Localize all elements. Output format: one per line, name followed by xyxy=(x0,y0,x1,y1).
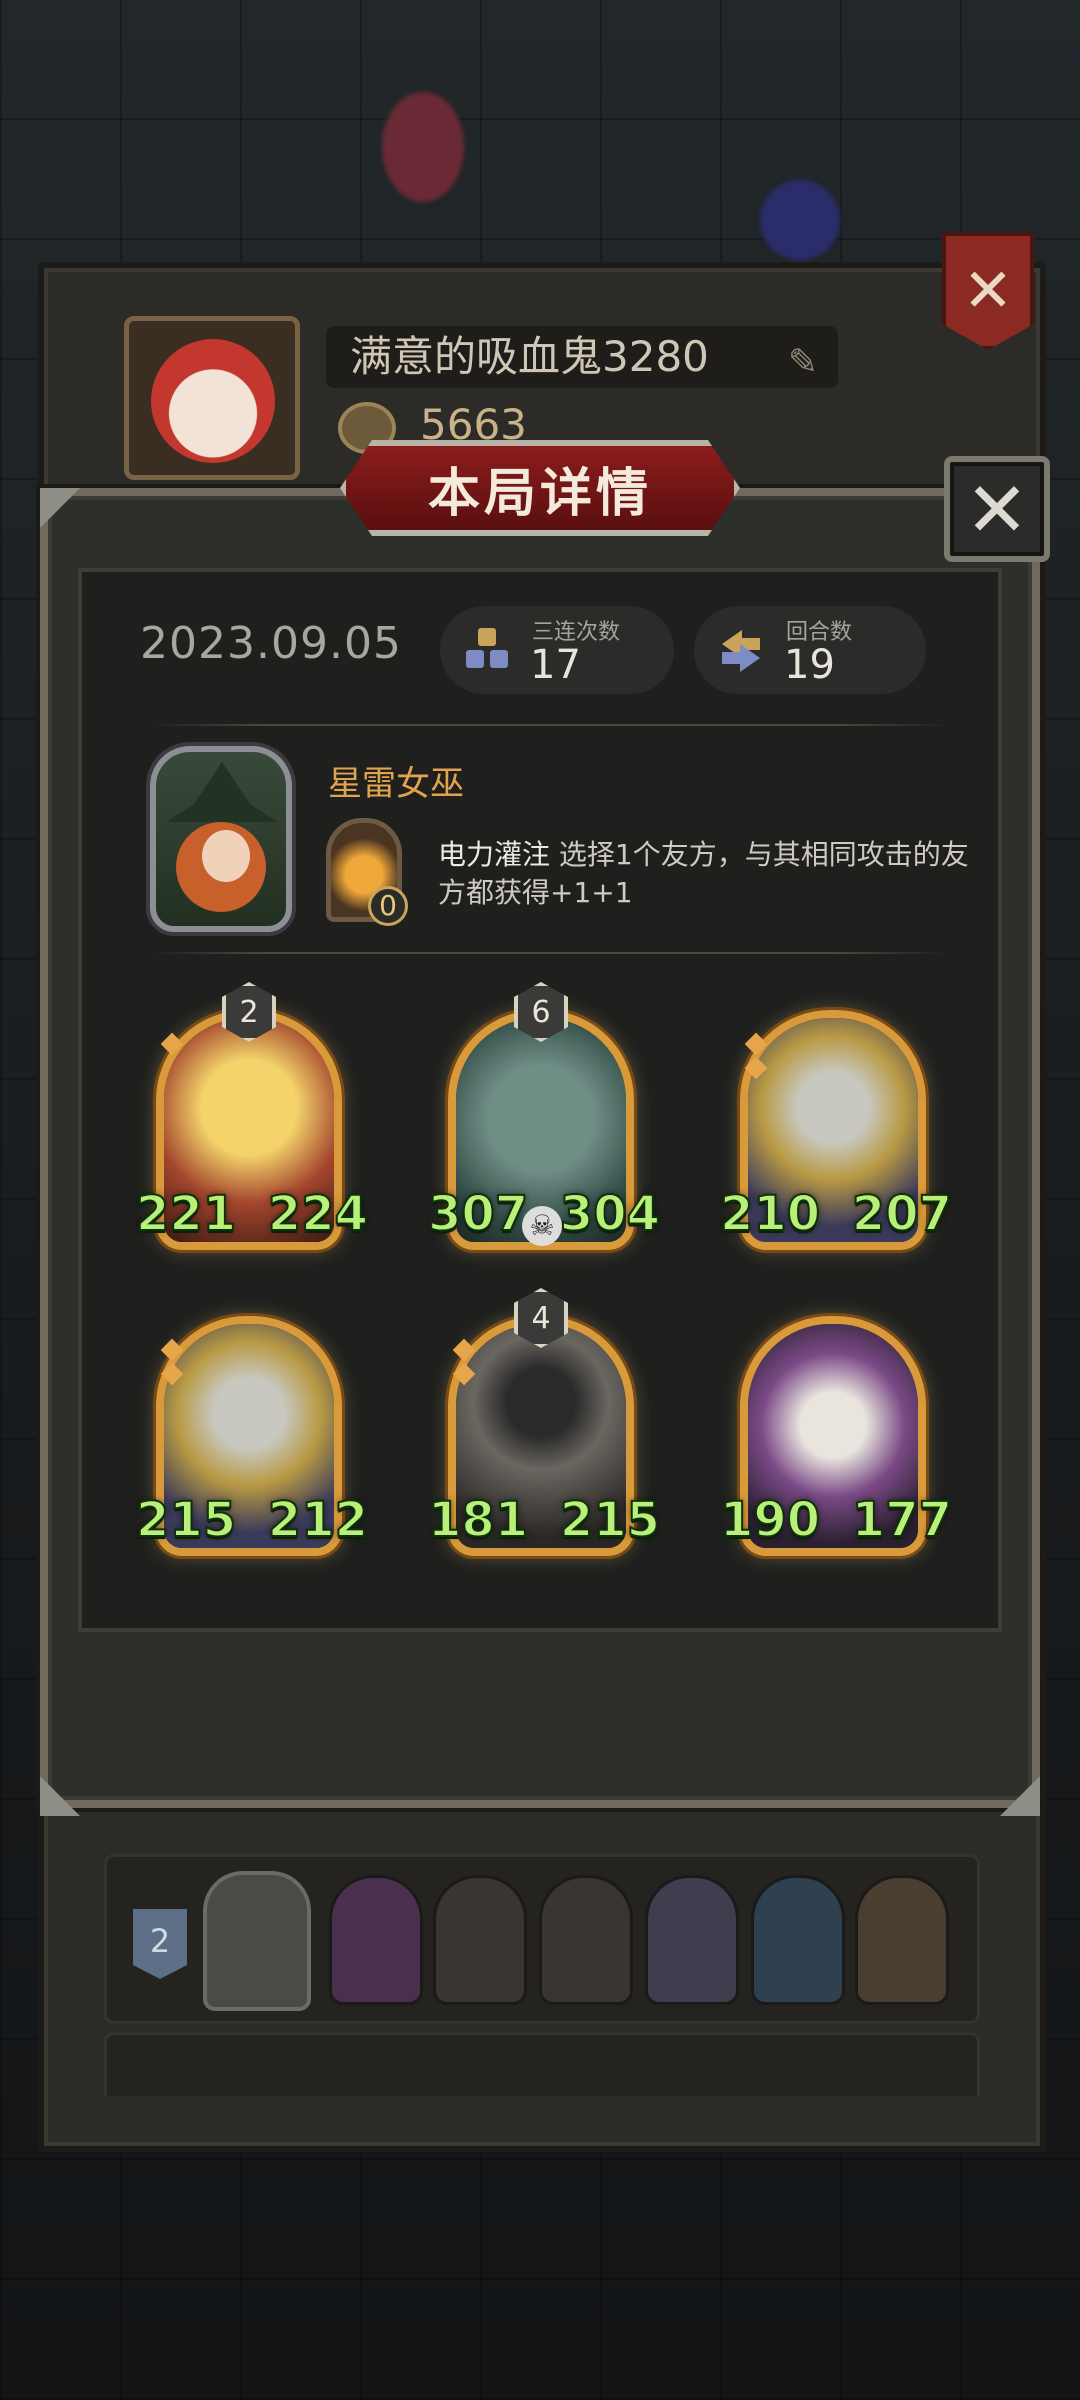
attack-value: 190 xyxy=(719,1491,821,1549)
history-hero-portrait xyxy=(203,1871,311,2011)
hero-portrait[interactable] xyxy=(150,746,292,932)
dialog-title: 本局详情 xyxy=(340,440,740,536)
hero-face xyxy=(202,830,250,882)
pencil-icon[interactable]: ✎ xyxy=(788,332,818,394)
health-value: 207 xyxy=(851,1185,953,1243)
hero-hat xyxy=(166,762,278,822)
unit-card[interactable]: 6 307 304 ☠ xyxy=(427,982,661,1250)
match-date: 2023.09.05 xyxy=(140,618,402,669)
close-icon: ✕ xyxy=(965,464,1029,554)
round-cycle-icon xyxy=(722,630,760,672)
history-unit xyxy=(751,1875,845,2005)
unit-card[interactable]: 210 207 xyxy=(719,1010,953,1250)
round-count-value: 19 xyxy=(784,642,835,688)
divider xyxy=(150,952,950,954)
history-unit xyxy=(433,1875,527,2005)
avatar-face xyxy=(151,339,275,463)
unit-card[interactable]: 2 221 224 xyxy=(135,982,369,1250)
blue-lantern xyxy=(760,180,840,260)
health-value: 304 xyxy=(559,1185,661,1243)
unit-card[interactable]: 190 177 xyxy=(719,1316,953,1556)
history-unit xyxy=(645,1875,739,2005)
avatar[interactable] xyxy=(124,316,300,480)
history-unit xyxy=(855,1875,949,2005)
attack-value: 181 xyxy=(427,1491,529,1549)
history-row[interactable]: 2 xyxy=(104,1854,980,2024)
history-unit xyxy=(329,1875,423,2005)
skill-cost-badge: 0 xyxy=(368,886,408,926)
health-value: 177 xyxy=(851,1491,953,1549)
red-lantern xyxy=(382,92,464,202)
attack-value: 221 xyxy=(135,1185,237,1243)
attack-value: 210 xyxy=(719,1185,821,1243)
close-button[interactable]: ✕ xyxy=(944,456,1050,562)
health-value: 212 xyxy=(267,1491,369,1549)
rank-badge: 2 xyxy=(133,1909,187,1979)
unit-card[interactable]: 215 212 xyxy=(135,1316,369,1556)
player-name-label: 满意的吸血鬼3280 xyxy=(350,332,709,381)
unit-card[interactable]: 4 181 215 xyxy=(427,1288,661,1556)
round-count-stat: 回合数 19 xyxy=(694,606,926,694)
divider xyxy=(150,724,950,726)
skill-description: 电力灌注 选择1个友方，与其相同攻击的友方都获得+1+1 xyxy=(438,836,978,912)
attack-value: 215 xyxy=(135,1491,237,1549)
triple-count-value: 17 xyxy=(530,642,581,688)
attack-value: 307 xyxy=(427,1185,529,1243)
triple-merge-icon xyxy=(466,628,508,668)
close-icon: ✕ xyxy=(962,256,1014,326)
history-row[interactable] xyxy=(104,2032,980,2096)
player-name[interactable]: 满意的吸血鬼3280 ✎ xyxy=(326,326,838,388)
hero-name: 星雷女巫 xyxy=(328,764,464,804)
triple-count-stat: 三连次数 17 xyxy=(440,606,674,694)
skill-name: 电力灌注 xyxy=(438,838,551,871)
health-value: 215 xyxy=(559,1491,661,1549)
dialog-title-label: 本局详情 xyxy=(427,463,652,524)
history-unit xyxy=(539,1875,633,2005)
skull-icon: ☠ xyxy=(522,1206,562,1246)
health-value: 224 xyxy=(267,1185,369,1243)
